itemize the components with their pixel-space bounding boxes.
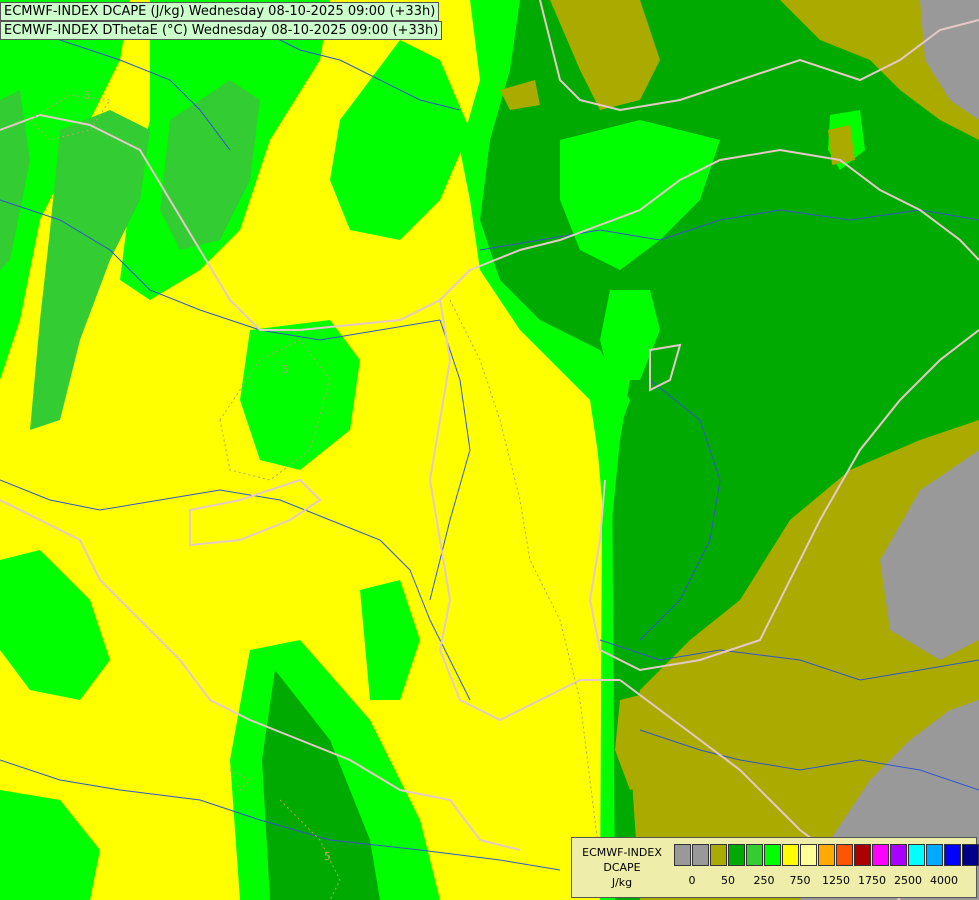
- legend-unit: J/kg: [611, 876, 633, 889]
- legend-tick-label: 50: [721, 874, 735, 887]
- legend-tick-label: 250: [753, 874, 775, 887]
- legend-swatch: [890, 844, 907, 866]
- legend-tick-label: 4000: [930, 874, 958, 887]
- contour-label-center: 5: [282, 363, 289, 376]
- legend-swatches: [674, 844, 979, 866]
- legend-swatch: [764, 844, 781, 866]
- title-dcape: ECMWF-INDEX DCAPE (J/kg) Wednesday 08-10…: [0, 2, 440, 21]
- legend-tick-label: 1250: [822, 874, 850, 887]
- legend-title-line1: ECMWF-INDEX: [582, 846, 662, 859]
- legend-swatch: [944, 844, 961, 866]
- legend: ECMWF-INDEX DCAPE J/kg 0 50 250 750 1250 1750…: [571, 837, 979, 898]
- legend-swatch: [872, 844, 889, 866]
- title-dthetae: ECMWF-INDEX DThetaE (°C) Wednesday 08-10…: [0, 21, 443, 40]
- legend-swatch: [836, 844, 853, 866]
- legend-swatch: [800, 844, 817, 866]
- legend-tick-label: 1750: [858, 874, 886, 887]
- legend-tick-label: 0: [688, 874, 696, 887]
- legend-title-line2: DCAPE: [603, 861, 641, 874]
- legend-swatch: [926, 844, 943, 866]
- legend-swatch: [818, 844, 835, 866]
- legend-tick-label: 750: [789, 874, 811, 887]
- legend-swatch: [908, 844, 925, 866]
- contour-label-nw: 5: [84, 89, 91, 102]
- legend-swatch: [782, 844, 799, 866]
- legend-swatch: [710, 844, 727, 866]
- legend-swatch: [692, 844, 709, 866]
- legend-swatch: [728, 844, 745, 866]
- legend-ticks: 0 50 250 750 1250 1750 2500 4000: [674, 874, 974, 888]
- legend-swatch: [674, 844, 691, 866]
- legend-swatch: [962, 844, 979, 866]
- legend-swatch: [854, 844, 871, 866]
- legend-tick-label: 2500: [894, 874, 922, 887]
- dcape-map: 5 5 5: [0, 0, 979, 900]
- legend-title: ECMWF-INDEX DCAPE J/kg: [576, 845, 668, 890]
- contour-label-south: 5: [324, 850, 331, 863]
- legend-swatch: [746, 844, 763, 866]
